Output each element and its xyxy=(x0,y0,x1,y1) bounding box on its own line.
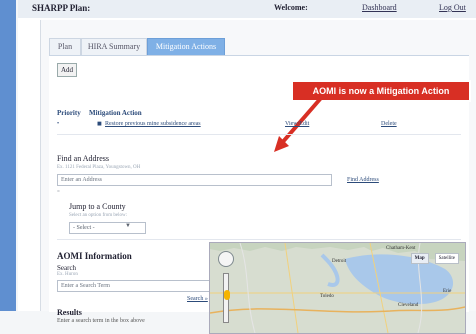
main-panel: Plan HIRA Summary Mitigation Actions Add… xyxy=(40,20,476,334)
tab-mitigation-actions[interactable]: Mitigation Actions xyxy=(147,38,225,56)
add-button[interactable]: Add xyxy=(57,63,77,77)
app-shell: SHARPP Plan: Welcome: Dashboard Log Out … xyxy=(18,0,476,334)
view-edit-link[interactable]: View/Edit xyxy=(285,121,309,127)
find-address-title: Find an Address xyxy=(57,154,109,163)
pan-control-icon[interactable] xyxy=(218,251,234,267)
map-type-controls: Map Satellite xyxy=(409,246,459,264)
mitigation-action-link[interactable]: Restore previous mine subsidence areas xyxy=(105,121,201,127)
results-title: Results xyxy=(57,308,82,317)
annotation-arrow xyxy=(274,96,323,152)
aomi-title: AOMI Information xyxy=(57,251,132,261)
chevron-down-icon[interactable]: ▼ xyxy=(125,223,131,229)
tab-plan[interactable]: Plan xyxy=(49,38,81,56)
map-view[interactable]: Map Satellite Chatham-Kent Detroit Toled… xyxy=(209,242,466,334)
search-help: Ex. Huron xyxy=(57,272,78,277)
map-label-toledo: Toledo xyxy=(320,294,334,299)
map-label-chatham-kent: Chatham-Kent xyxy=(386,246,416,251)
map-label-detroit: Detroit xyxy=(332,259,347,264)
left-nav-bar xyxy=(0,0,16,311)
tab-content: Add AOMI is now a Mitigation Action Prio… xyxy=(49,55,471,334)
satellite-button[interactable]: Satellite xyxy=(434,253,459,264)
jump-county-title: Jump to a County xyxy=(69,202,126,211)
priority-value: • xyxy=(57,121,60,127)
app-title: SHARPP Plan: xyxy=(32,3,91,13)
priority-header: Priority xyxy=(57,109,81,117)
find-address-link[interactable]: Find Address xyxy=(347,177,379,183)
map-button[interactable]: Map xyxy=(410,253,429,264)
results-note: Enter a search term in the box above xyxy=(57,318,145,324)
delete-link[interactable]: Delete xyxy=(381,121,397,127)
search-link[interactable]: Search » xyxy=(187,296,208,302)
address-input[interactable]: Enter an Address xyxy=(57,174,332,186)
mitigation-action-header: Mitigation Action xyxy=(89,109,142,117)
county-select[interactable]: - Select - xyxy=(69,222,146,234)
dashboard-link[interactable]: Dashboard xyxy=(362,3,397,12)
street-view-pegman-icon[interactable] xyxy=(224,290,230,300)
divider xyxy=(57,134,461,135)
row-bullet-icon: ■ xyxy=(97,119,102,128)
logout-link[interactable]: Log Out xyxy=(439,3,466,12)
map-label-erie: Erie xyxy=(443,289,452,294)
find-address-help: Ex. 1121 Federal Plaza, Youngstown, OH xyxy=(57,165,141,170)
tab-hira-summary[interactable]: HIRA Summary xyxy=(81,38,147,56)
map-label-cleveland: Cleveland xyxy=(398,303,419,308)
bullet-marker: = xyxy=(57,190,60,195)
divider xyxy=(57,239,461,240)
top-bar: SHARPP Plan: Welcome: Dashboard Log Out xyxy=(18,0,476,18)
welcome-label: Welcome: xyxy=(274,3,308,12)
search-input[interactable]: Enter a Search Term xyxy=(57,280,212,292)
search-label: Search xyxy=(57,264,77,272)
jump-county-help: Select an option from below: xyxy=(69,213,128,218)
